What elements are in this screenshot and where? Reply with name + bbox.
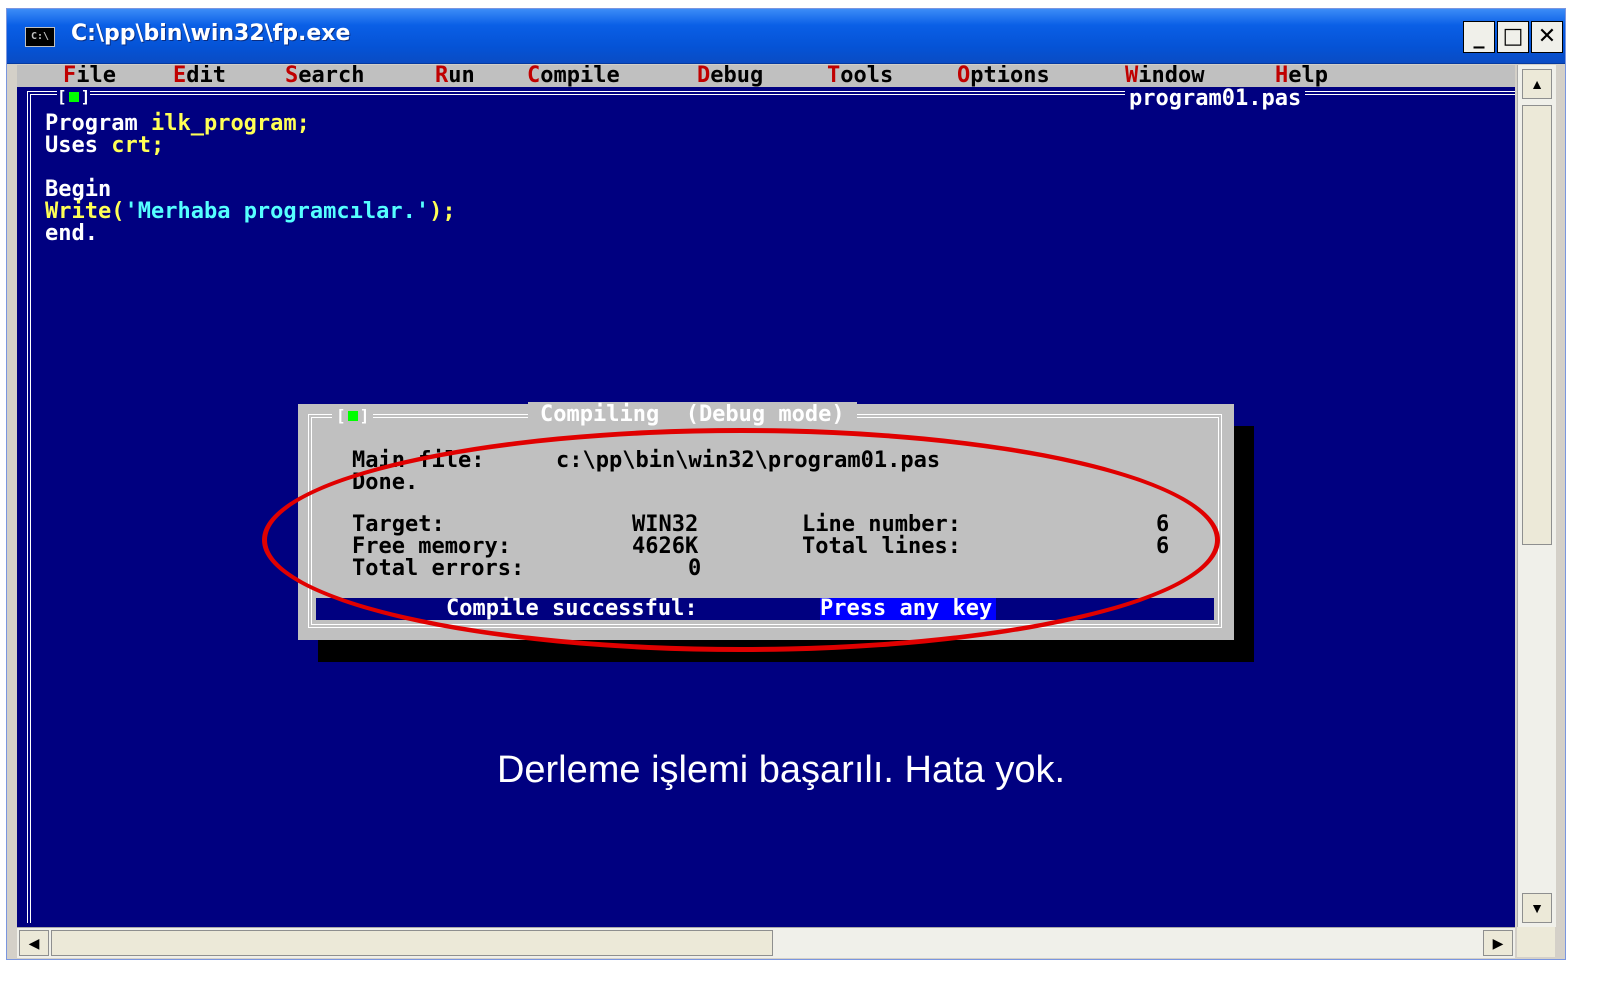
code-keyword: Uses <box>45 133 112 158</box>
vertical-scrollbar[interactable]: ▲ ▼ <box>1517 65 1556 927</box>
menu-hotkey: T <box>827 65 841 88</box>
code-string: 'Merhaba programcılar.' <box>124 199 430 224</box>
menu-file[interactable]: File <box>63 65 116 88</box>
code-line[interactable]: Write('Merhaba programcılar.'); <box>45 201 456 223</box>
highlight-ellipse <box>262 428 1220 652</box>
scroll-left-icon[interactable]: ◀ <box>19 930 49 956</box>
close-box-icon <box>68 92 79 102</box>
menu-hotkey: C <box>527 65 541 88</box>
menu-help[interactable]: Help <box>1275 65 1328 88</box>
menu-hotkey: E <box>173 65 187 88</box>
code-line[interactable]: end. <box>45 223 98 245</box>
menu-label: ools <box>840 65 894 88</box>
editor-file-name: program01.pas <box>1125 87 1306 111</box>
resize-grip-icon[interactable] <box>1517 927 1555 957</box>
code-keyword: end. <box>45 221 98 246</box>
menu-debug[interactable]: Debug <box>697 65 763 88</box>
dialog-title: Compiling (Debug mode) <box>528 402 857 427</box>
menu-edit[interactable]: Edit <box>173 65 226 88</box>
code-text: crt; <box>111 133 165 158</box>
code-line[interactable]: Program ilk_program; <box>45 113 310 135</box>
menu-options[interactable]: Options <box>957 65 1050 88</box>
scroll-down-icon[interactable]: ▼ <box>1522 893 1552 923</box>
dialog-close-box[interactable]: [] <box>332 406 374 425</box>
horizontal-scrollbar[interactable]: ◀ ▶ <box>17 927 1515 958</box>
horizontal-scroll-thumb[interactable] <box>51 930 773 956</box>
menu-run[interactable]: Run <box>435 65 475 88</box>
code-line[interactable]: Begin <box>45 179 111 201</box>
menu-bar: File Edit Search Run Compile Debug Tools… <box>17 65 1515 88</box>
vertical-scroll-thumb[interactable] <box>1522 105 1552 545</box>
editor-close-box[interactable]: [] <box>57 89 91 105</box>
menu-hotkey: D <box>697 65 711 88</box>
menu-hotkey: S <box>285 65 299 88</box>
menu-hotkey: H <box>1275 65 1289 88</box>
code-line[interactable]: Uses crt; <box>45 135 164 157</box>
scroll-right-icon[interactable]: ▶ <box>1483 930 1513 956</box>
menu-hotkey: O <box>957 65 971 88</box>
code-text: ilk_program; <box>150 111 310 136</box>
menu-label: dit <box>186 65 226 88</box>
caption-text: Derleme işlemi başarılı. Hata yok. <box>496 749 1066 791</box>
menu-label: un <box>448 65 475 88</box>
code-text: ); <box>429 199 456 224</box>
maximize-button[interactable]: □ <box>1497 21 1529 53</box>
window-title: C:\pp\bin\win32\fp.exe <box>71 21 351 46</box>
menu-label: ompile <box>540 65 620 88</box>
menu-label: earch <box>298 65 365 88</box>
menu-tools[interactable]: Tools <box>827 65 893 88</box>
menu-search[interactable]: Search <box>285 65 364 88</box>
menu-hotkey: R <box>435 65 449 88</box>
menu-window[interactable]: Window <box>1125 65 1204 88</box>
close-button[interactable]: ✕ <box>1531 21 1563 53</box>
menu-label: ile <box>76 65 116 88</box>
menu-label: elp <box>1288 65 1328 88</box>
minimize-button[interactable]: _ <box>1463 21 1495 53</box>
menu-label: ptions <box>970 65 1050 88</box>
menu-label: ebug <box>710 65 764 88</box>
dialog-close-icon <box>347 411 358 421</box>
title-bar[interactable]: C:\ C:\pp\bin\win32\fp.exe _ □ ✕ <box>7 9 1565 64</box>
console-app-icon: C:\ <box>25 27 55 47</box>
menu-compile[interactable]: Compile <box>527 65 620 88</box>
scroll-up-icon[interactable]: ▲ <box>1522 69 1552 99</box>
menu-hotkey: F <box>63 65 77 88</box>
menu-label: indow <box>1138 65 1205 88</box>
menu-hotkey: W <box>1125 65 1139 88</box>
